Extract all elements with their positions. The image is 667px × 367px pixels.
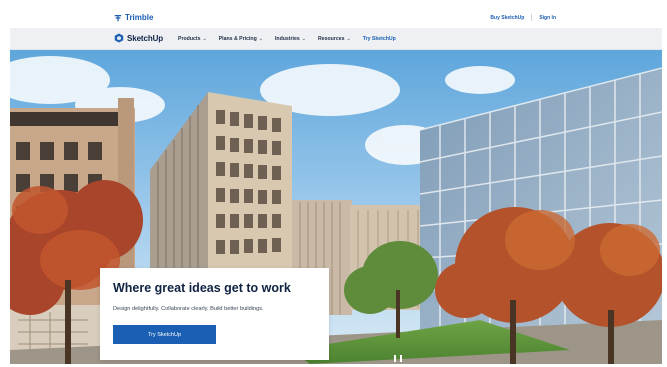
hero-title: Where great ideas get to work — [113, 281, 291, 295]
buy-sketchup-link[interactable]: Buy SketchUp — [490, 15, 524, 21]
nav-item-industries[interactable]: Industries ⌄ — [275, 36, 306, 42]
nav-item-plans-pricing[interactable]: Plans & Pricing ⌄ — [219, 36, 263, 42]
hero-subtitle: Design delightfully. Collaborate clearly… — [113, 306, 264, 312]
chevron-down-icon: ⌄ — [301, 36, 306, 42]
nav-item-label: Resources — [317, 36, 345, 42]
sketchup-logo-icon — [114, 33, 124, 43]
chevron-down-icon: ⌄ — [258, 36, 263, 42]
page-frame: Trimble Buy SketchUp Sign In SketchUp Pr… — [10, 8, 662, 364]
utility-bar: Trimble Buy SketchUp Sign In — [10, 8, 662, 28]
divider — [531, 14, 533, 21]
sketchup-logo-text: SketchUp — [127, 33, 164, 43]
trimble-logo-icon — [114, 14, 122, 21]
trimble-brand-text: Trimble — [125, 13, 154, 22]
nav-item-label: Products — [178, 36, 201, 42]
nav-item-label: Plans & Pricing — [218, 36, 257, 42]
try-sketchup-button[interactable]: Try SketchUp — [113, 325, 216, 344]
chevron-down-icon: ⌄ — [202, 36, 207, 42]
nav-menu: Products ⌄ Plans & Pricing ⌄ Industries … — [178, 36, 396, 42]
hero-card: Where great ideas get to work Design del… — [100, 268, 329, 360]
chevron-down-icon: ⌄ — [346, 36, 351, 42]
nav-item-try-sketchup[interactable]: Try SketchUp — [363, 36, 396, 42]
nav-item-label: Industries — [274, 36, 300, 42]
nav-item-label: Try SketchUp — [362, 36, 396, 42]
main-nav: SketchUp Products ⌄ Plans & Pricing ⌄ In… — [10, 28, 662, 50]
sign-in-link[interactable]: Sign In — [539, 15, 556, 21]
hero-section: Where great ideas get to work Design del… — [10, 50, 662, 364]
utility-links: Buy SketchUp Sign In — [490, 14, 556, 21]
trimble-logo[interactable]: Trimble — [114, 13, 153, 22]
sketchup-logo[interactable]: SketchUp — [114, 33, 163, 43]
nav-item-resources[interactable]: Resources ⌄ — [318, 36, 351, 42]
nav-item-products[interactable]: Products ⌄ — [178, 36, 207, 42]
